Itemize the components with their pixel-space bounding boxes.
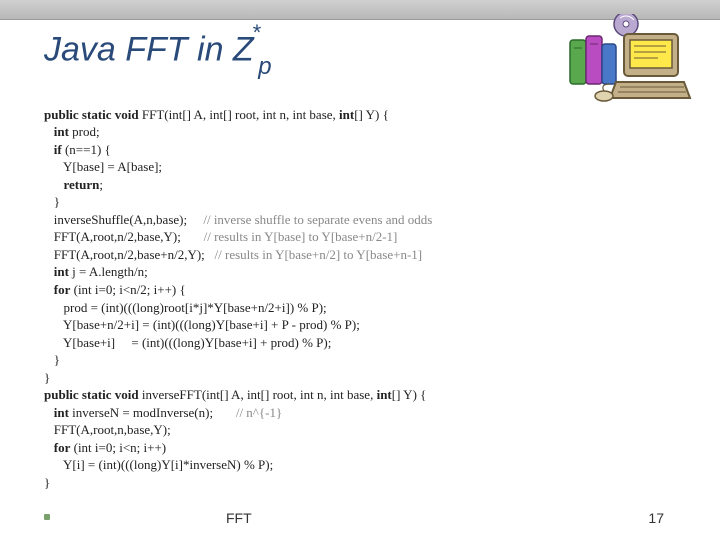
- code-line: int prod;: [44, 124, 100, 139]
- page-number: 17: [648, 510, 664, 526]
- code-line: Y[base+n/2+i] = (int)(((long)Y[base+i] +…: [44, 317, 360, 332]
- code-block: public static void FFT(int[] A, int[] ro…: [44, 88, 644, 492]
- code-line: if (n==1) {: [44, 142, 111, 157]
- code-line: return;: [44, 177, 103, 192]
- slide-title: Java FFT in Z*p: [44, 28, 276, 75]
- code-line: }: [44, 475, 50, 490]
- title-superscript: *: [252, 20, 261, 45]
- title-text: Java FFT in Z: [44, 30, 254, 68]
- code-line: FFT(A,root,n,base,Y);: [44, 422, 171, 437]
- code-line: public static void inverseFFT(int[] A, i…: [44, 387, 426, 402]
- code-line: int j = A.length/n;: [44, 264, 148, 279]
- code-line: prod = (int)(((long)root[i*j]*Y[base+n/2…: [44, 300, 327, 315]
- code-line: Y[i] = (int)(((long)Y[i]*inverseN) % P);: [44, 457, 273, 472]
- code-line: int inverseN = modInverse(n); // n^{-1}: [44, 405, 282, 420]
- title-subscript: p: [258, 53, 271, 80]
- footer-label: FFT: [226, 510, 252, 526]
- code-line: public static void FFT(int[] A, int[] ro…: [44, 107, 389, 122]
- code-line: }: [44, 352, 60, 367]
- code-line: inverseShuffle(A,n,base); // inverse shu…: [44, 212, 432, 227]
- code-line: Y[base+i] = (int)(((long)Y[base+i] + pro…: [44, 335, 331, 350]
- code-line: FFT(A,root,n/2,base,Y); // results in Y[…: [44, 229, 397, 244]
- code-line: }: [44, 194, 60, 209]
- code-line: FFT(A,root,n/2,base+n/2,Y); // results i…: [44, 247, 422, 262]
- code-line: for (int i=0; i<n; i++): [44, 440, 166, 455]
- code-line: }: [44, 370, 50, 385]
- code-line: Y[base] = A[base];: [44, 159, 162, 174]
- code-line: for (int i=0; i<n/2; i++) {: [44, 282, 186, 297]
- decorative-bullet: [44, 514, 50, 520]
